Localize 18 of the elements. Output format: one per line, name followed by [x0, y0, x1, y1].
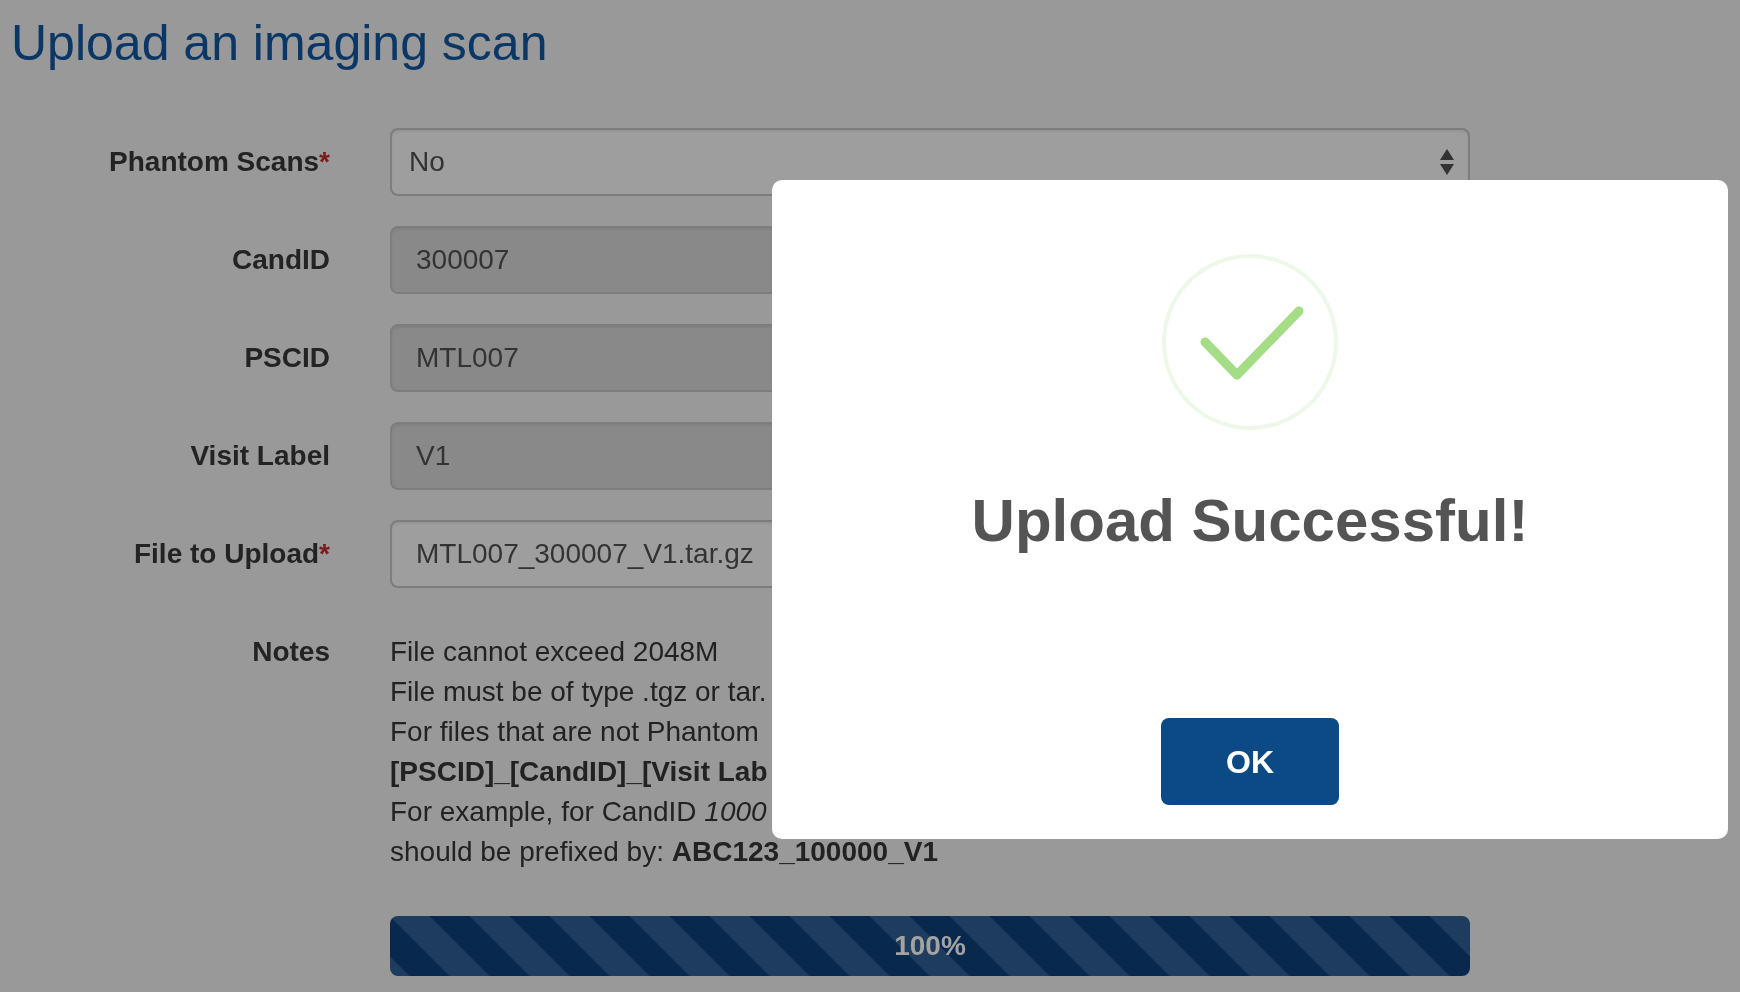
field-label: CandID — [232, 243, 330, 277]
dialog-title: Upload Successful! — [971, 486, 1529, 556]
field-label: Phantom Scans* — [109, 145, 330, 179]
ok-button[interactable]: OK — [1161, 718, 1339, 805]
progress-percent: 100% — [894, 929, 966, 963]
notes-text-line: should be prefixed by: ABC123_100000_V1 — [390, 835, 938, 869]
notes-text-line: File must be of type .tgz or tar. — [390, 675, 767, 709]
notes-text-line: [PSCID]_[CandID]_[Visit Lab — [390, 755, 768, 789]
field-label: File to Upload* — [134, 537, 330, 571]
up-down-arrows-icon — [1440, 149, 1454, 175]
field-label: Visit Label — [190, 439, 330, 473]
page-title: Upload an imaging scan — [11, 14, 548, 73]
notes-label: Notes — [252, 635, 330, 669]
notes-text-line: For files that are not Phantom — [390, 715, 759, 749]
success-check-icon — [1162, 254, 1338, 430]
notes-text-line: File cannot exceed 2048M — [390, 635, 719, 669]
notes-text-line: For example, for CandID 1000 — [390, 795, 767, 829]
field-label: PSCID — [244, 341, 330, 375]
